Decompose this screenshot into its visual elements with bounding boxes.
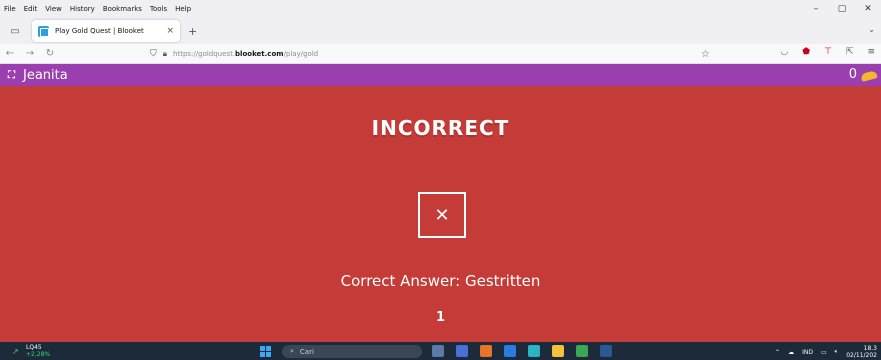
word-icon[interactable] xyxy=(600,345,612,357)
feedback-title: INCORRECT xyxy=(371,116,510,140)
pinned-apps xyxy=(432,345,612,357)
tab-play-gold-quest[interactable]: Play Gold Quest | Blooket × xyxy=(32,20,180,42)
new-tab-button[interactable]: + xyxy=(188,25,197,38)
pocket-icon[interactable]: ◡ xyxy=(780,47,788,57)
clock[interactable]: 18.3 02/11/202 xyxy=(846,345,877,359)
meet-icon[interactable] xyxy=(456,345,468,357)
hamburger-menu-icon[interactable]: ≡ xyxy=(867,47,875,57)
window-controls: – ▢ ✕ xyxy=(803,0,881,18)
toolbar-extensions: ◡ ⬟ ⊤ ⇱ ≡ xyxy=(780,47,875,57)
network-icon[interactable]: ▭ xyxy=(821,349,827,356)
url-text[interactable]: https://goldquest.blooket.com/play/gold xyxy=(173,50,318,58)
menu-bookmarks[interactable]: Bookmarks xyxy=(103,5,142,13)
gold-pile-icon xyxy=(860,70,878,82)
tab-bar: ▭ Play Gold Quest | Blooket × + ⌄ xyxy=(0,18,881,44)
search-icon: ⌕ xyxy=(290,347,294,355)
lock-icon[interactable]: 🔒︎ xyxy=(163,49,167,59)
language-indicator[interactable]: IND xyxy=(802,349,813,356)
player-name: Jeanita xyxy=(23,67,68,83)
volume-icon[interactable]: 🔈︎ xyxy=(835,348,839,356)
back-button[interactable]: ← xyxy=(0,48,20,59)
forward-button[interactable]: → xyxy=(20,48,40,59)
menu-file[interactable]: File xyxy=(4,5,16,13)
screen: File Edit View History Bookmarks Tools H… xyxy=(0,0,881,360)
edge-icon[interactable] xyxy=(528,345,540,357)
firefox-icon[interactable] xyxy=(480,345,492,357)
tracking-protection-shield-icon[interactable]: ⛉ xyxy=(150,49,157,59)
task-view-icon[interactable] xyxy=(432,345,444,357)
menu-edit[interactable]: Edit xyxy=(24,5,38,13)
url-bar[interactable]: ⛉ 🔒︎ https://goldquest.blooket.com/play/… xyxy=(150,46,710,62)
system-tray: ⌃ ☁ IND ▭ 🔈︎ 18.3 02/11/202 xyxy=(775,345,877,359)
blooket-favicon-icon xyxy=(38,25,49,37)
app-icon[interactable] xyxy=(504,345,516,357)
menu-bar: File Edit View History Bookmarks Tools H… xyxy=(0,0,881,18)
tab-title: Play Gold Quest | Blooket xyxy=(55,27,144,35)
ublock-origin-icon[interactable]: ⬟ xyxy=(802,47,810,57)
stock-widget[interactable]: LQ45 +2,28% xyxy=(26,344,50,358)
menu-help[interactable]: Help xyxy=(175,5,191,13)
tab-list-icon[interactable]: ▭ xyxy=(4,26,26,37)
game-header: ⛶ Jeanita 0 xyxy=(0,64,881,86)
feedback-panel[interactable]: INCORRECT ✕ Correct Answer: Gestritten 1 xyxy=(0,86,881,342)
maximize-button[interactable]: ▢ xyxy=(829,4,855,14)
incorrect-x-icon: ✕ xyxy=(418,192,466,238)
menu-tools[interactable]: Tools xyxy=(150,5,167,13)
extension-icon[interactable]: ⊤ xyxy=(824,47,832,57)
list-all-tabs-icon[interactable]: ⌄ xyxy=(868,25,875,34)
weather-icon[interactable]: ☁ xyxy=(788,349,794,356)
chrome-icon[interactable] xyxy=(576,345,588,357)
fullscreen-icon[interactable]: ⛶ xyxy=(8,70,15,81)
minimize-button[interactable]: – xyxy=(803,4,829,14)
file-explorer-icon[interactable] xyxy=(552,345,564,357)
taskbar: ↗ LQ45 +2,28% ⌕ Cari ⌃ ☁ IND ▭ 🔈︎ 18.3 0… xyxy=(0,342,881,360)
correct-answer-text: Correct Answer: Gestritten xyxy=(340,272,541,290)
menu-view[interactable]: View xyxy=(45,5,62,13)
bookmark-star-icon[interactable]: ☆ xyxy=(701,49,710,60)
tab-close-button[interactable]: × xyxy=(166,26,174,36)
share-icon[interactable]: ⇱ xyxy=(846,47,854,57)
gold-count: 0 xyxy=(848,67,857,82)
navigation-bar: ← → ↻ ⛉ 🔒︎ https://goldquest.blooket.com… xyxy=(0,44,881,64)
question-counter: 1 xyxy=(435,310,446,325)
windows-start-icon[interactable] xyxy=(260,346,271,357)
reload-button[interactable]: ↻ xyxy=(40,48,60,59)
close-window-button[interactable]: ✕ xyxy=(855,4,881,14)
menu-history[interactable]: History xyxy=(70,5,95,13)
tray-chevron-icon[interactable]: ⌃ xyxy=(775,349,780,356)
stock-trend-icon: ↗ xyxy=(12,347,19,356)
taskbar-search[interactable]: ⌕ Cari xyxy=(282,345,422,358)
